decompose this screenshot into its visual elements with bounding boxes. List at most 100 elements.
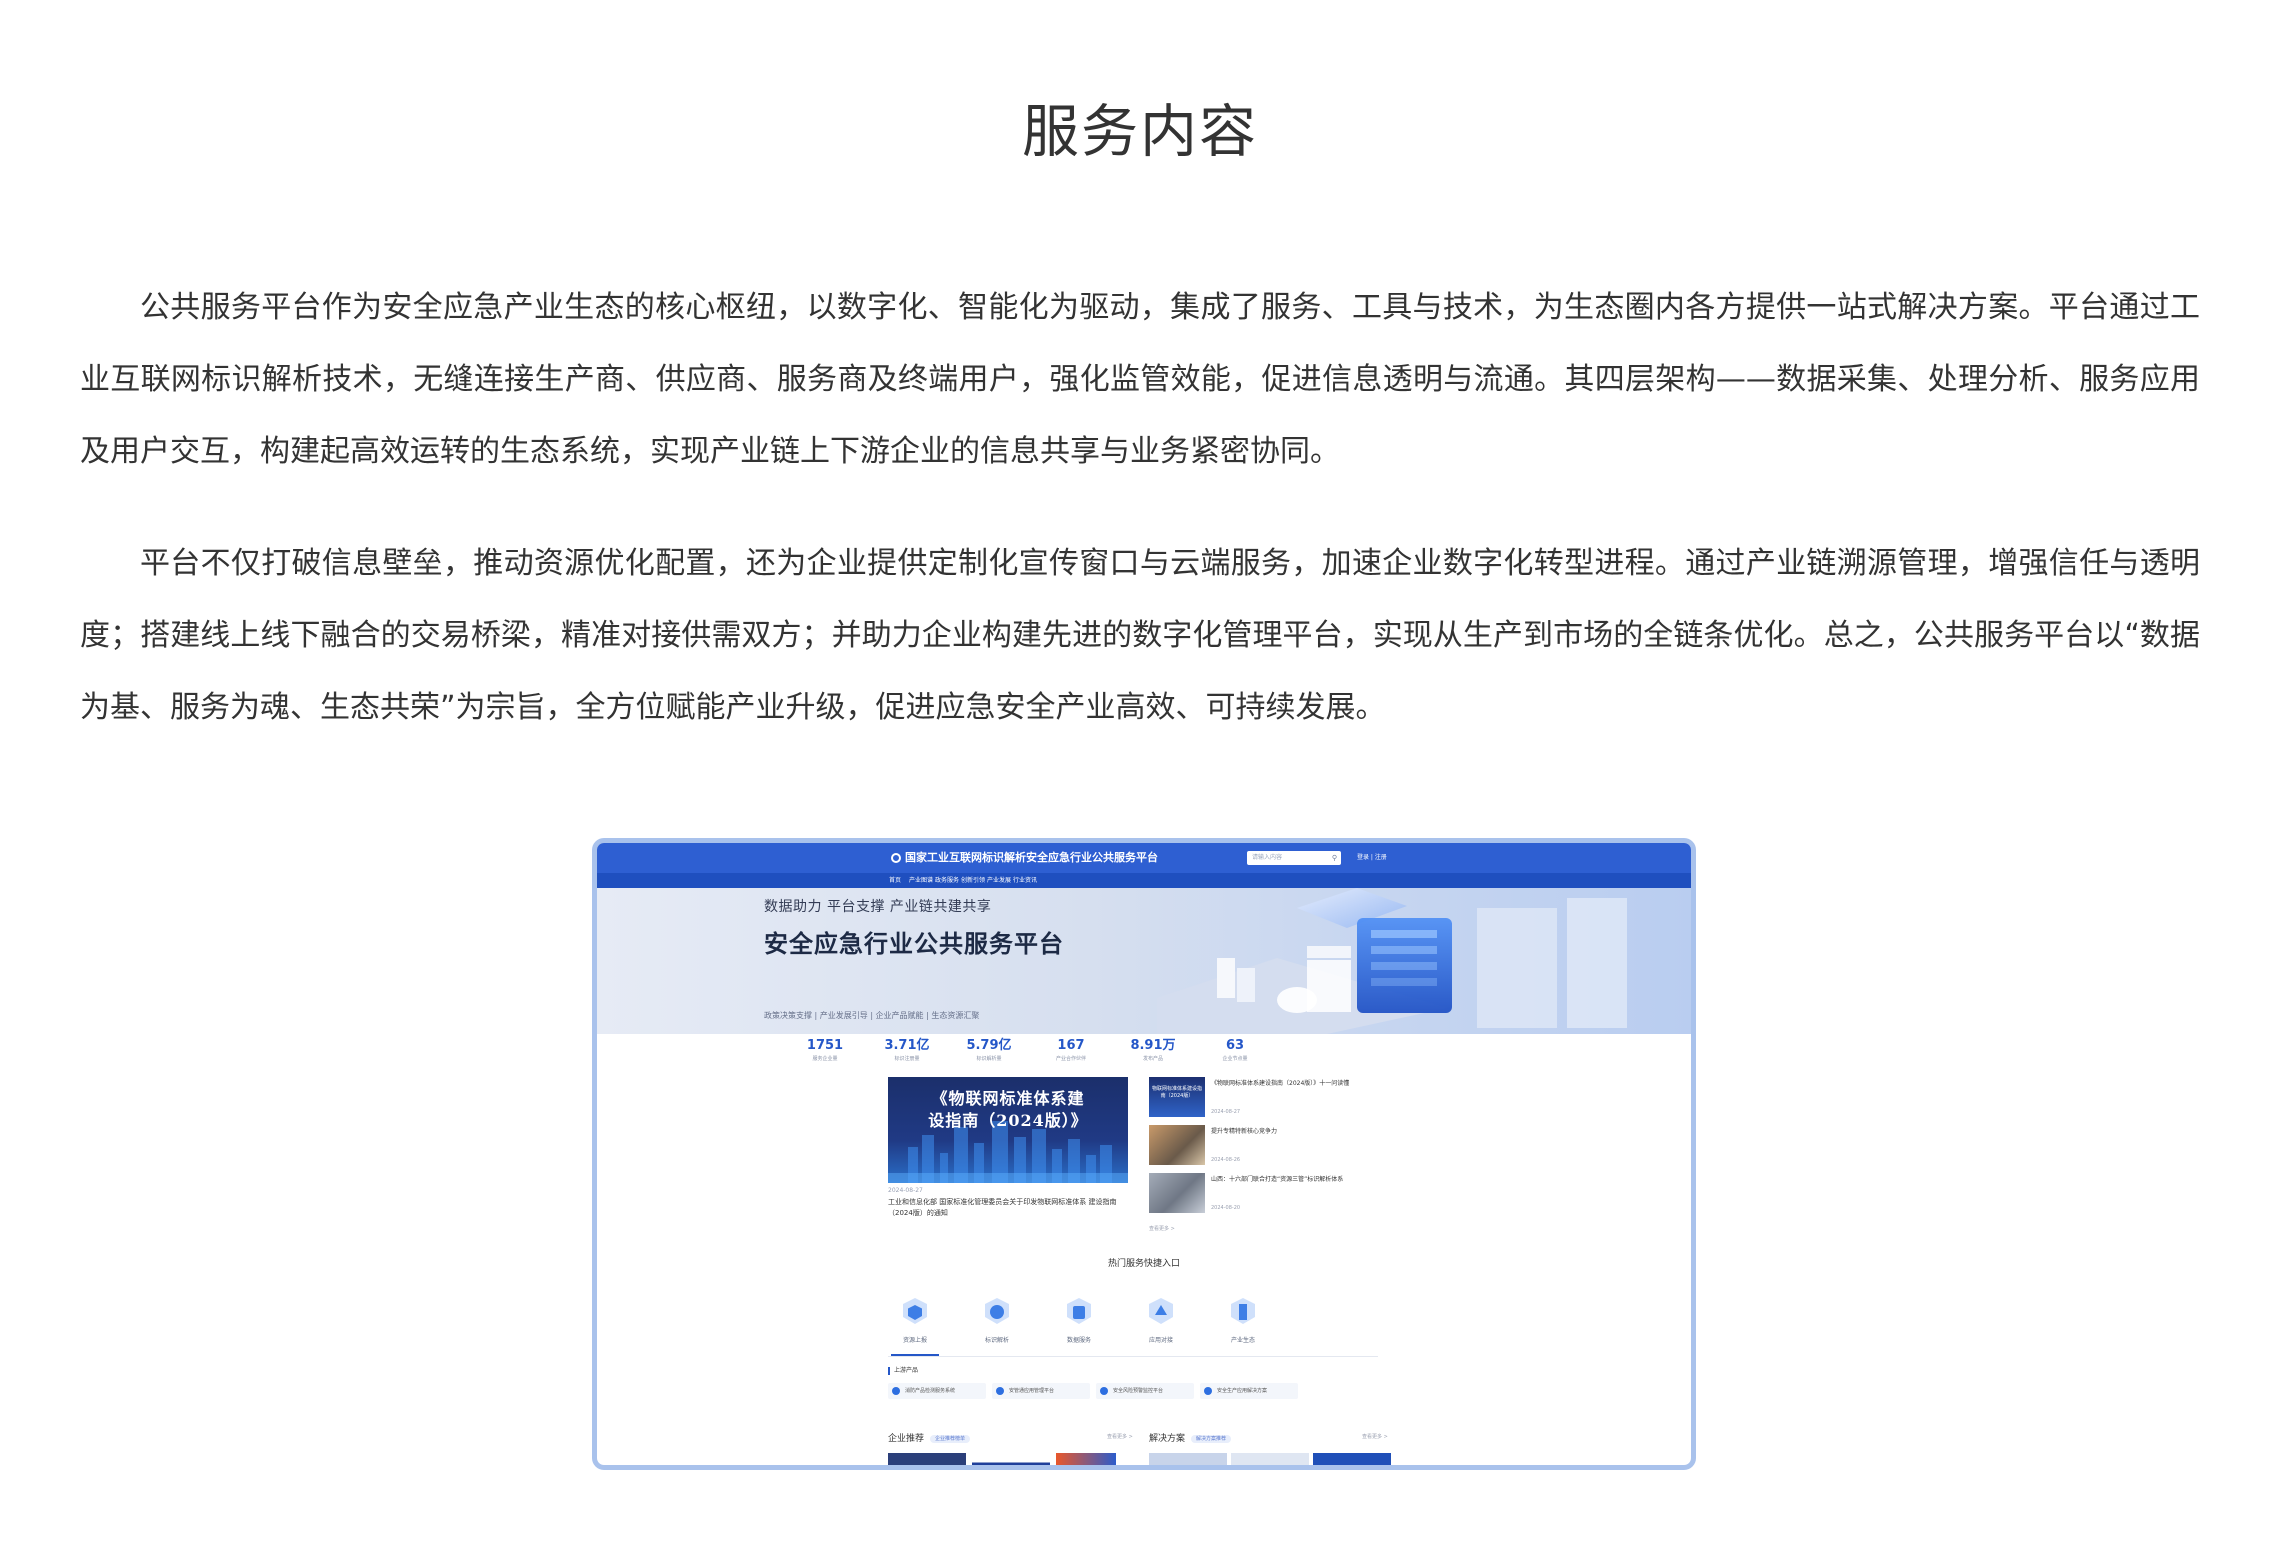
link-icon xyxy=(1145,1295,1177,1327)
solution-card-thumbnail[interactable] xyxy=(1231,1453,1309,1465)
stat-value: 8.91万 xyxy=(1130,1038,1176,1053)
featured-news-date: 2024-08-27 xyxy=(888,1187,923,1194)
nav-item-industry-map[interactable]: 产业图谱 xyxy=(909,873,933,888)
intro-paragraph-2: 平台不仅打破信息壁垒，推动资源优化配置，还为企业提供定制化宣传窗口与云端服务，加… xyxy=(80,546,2200,725)
thumbnail-caption: 物联网标准体系建设指南（2024版） xyxy=(1152,1086,1203,1099)
news-title: 提升专精特新核心竞争力 xyxy=(1211,1128,1278,1135)
upstream-chip[interactable]: 消防产品检测服务系统 xyxy=(888,1383,986,1399)
featured-news-desc[interactable]: 工业和信息化部 国家标准化管理委员会关于印发物联网标准体系 建设指南（2024版… xyxy=(888,1197,1128,1219)
nav-item-news[interactable]: 行业资讯 xyxy=(1013,873,1037,888)
nav-item-innovation[interactable]: 创新引领 xyxy=(961,873,985,888)
search-input[interactable]: 请输入内容 ⚲ xyxy=(1247,851,1341,865)
stat-id-registrations: 3.71亿标识注册量 xyxy=(872,1038,942,1064)
bullet-icon xyxy=(996,1387,1004,1395)
news-date: 2024-08-26 xyxy=(1211,1157,1241,1163)
service-id-resolution[interactable]: 标识解析 xyxy=(967,1295,1027,1344)
section-heading-text: 解决方案 xyxy=(1149,1434,1186,1444)
stat-nodes: 63 企业节点量 xyxy=(1200,1038,1270,1064)
section-heading-text: 企业推荐 xyxy=(888,1434,925,1444)
chip-label: 安全生产应用解决方案 xyxy=(1217,1388,1268,1394)
featured-news[interactable]: 《物联网标准体系建 设指南（2024版）》 2024-08-27 工业和信息化部… xyxy=(888,1077,1128,1219)
enterprise-card-thumbnail[interactable] xyxy=(972,1453,1050,1465)
stat-label: 标识解析量 xyxy=(976,1056,1002,1062)
cube-icon xyxy=(899,1295,931,1327)
news-item[interactable]: 提升专精特新核心竞争力 2024-08-26 xyxy=(1149,1125,1369,1173)
stat-products: 8.91万发布产品 xyxy=(1118,1038,1188,1064)
news-thumbnail: 物联网标准体系建设指南（2024版） xyxy=(1149,1077,1205,1117)
section-pill[interactable]: 企业推荐榜单 xyxy=(930,1435,971,1443)
news-item[interactable]: 山西：十六部门联合打造“资源三管”标识解析体系 2024-08-20 xyxy=(1149,1173,1369,1221)
cover-line-2: 设指南（2024版）》 xyxy=(928,1111,1088,1130)
stat-partners: 167 产业合作伙伴 xyxy=(1036,1038,1106,1064)
news-title: 山西：十六部门联合打造“资源三管”标识解析体系 xyxy=(1211,1176,1344,1183)
stat-value: 5.79亿 xyxy=(966,1038,1012,1053)
news-thumbnail xyxy=(1149,1173,1205,1213)
logo-icon xyxy=(891,853,901,863)
news-item[interactable]: 物联网标准体系建设指南（2024版） 《物联网标准体系建设指南（2024版）》十… xyxy=(1149,1077,1369,1125)
stat-value: 1751 xyxy=(806,1038,844,1053)
service-label: 资源上报 xyxy=(902,1337,927,1344)
cover-line-1: 《物联网标准体系建 xyxy=(931,1089,1085,1108)
login-links[interactable]: 登录 | 注册 xyxy=(1357,851,1387,865)
hero-3d-illustration xyxy=(1157,888,1627,1034)
hero-banner: 数据助力 平台支撑 产业链共建共享 安全应急行业公共服务平台 政策决策支撑 | … xyxy=(597,888,1691,1034)
intro-text: 公共服务平台作为安全应急产业生态的核心枢纽，以数字化、智能化为驱动，集成了服务、… xyxy=(80,272,2200,784)
nav-item-development[interactable]: 产业发展 xyxy=(987,873,1011,888)
bullet-icon xyxy=(1100,1387,1108,1395)
site-header: 国家工业互联网标识解析安全应急行业公共服务平台 请输入内容 ⚲ 登录 | 注册 xyxy=(597,843,1691,873)
upstream-chip[interactable]: 安全生产应用解决方案 xyxy=(1200,1383,1298,1399)
stat-value: 167 xyxy=(1057,1038,1085,1053)
news-list: 物联网标准体系建设指南（2024版） 《物联网标准体系建设指南（2024版）》十… xyxy=(1149,1077,1369,1221)
active-service-indicator xyxy=(891,1354,939,1356)
service-ecosystem[interactable]: 产业生态 xyxy=(1213,1295,1273,1344)
news-more-link[interactable]: 查看更多 > xyxy=(1149,1225,1175,1232)
service-data[interactable]: 数据服务 xyxy=(1049,1295,1109,1344)
stat-label: 发布产品 xyxy=(1142,1056,1163,1062)
enterprise-more-link[interactable]: 查看更多 > xyxy=(1107,1433,1133,1440)
hero-subtitle: 数据助力 平台支撑 产业链共建共享 xyxy=(764,899,992,915)
enterprise-recommend-heading: 企业推荐 企业推荐榜单 xyxy=(888,1431,971,1444)
service-label: 应用对接 xyxy=(1148,1337,1173,1344)
search-placeholder: 请输入内容 xyxy=(1252,854,1283,861)
services-divider xyxy=(888,1356,1378,1357)
upstream-chip[interactable]: 安全风险预警监控平台 xyxy=(1096,1383,1194,1399)
solution-card-thumbnail[interactable] xyxy=(1149,1453,1227,1465)
main-nav: 首页 产业图谱 政务服务 创新引领 产业发展 行业资讯 xyxy=(597,873,1691,888)
service-resource-report[interactable]: 资源上报 xyxy=(885,1295,945,1344)
stat-label: 标识注册量 xyxy=(894,1056,920,1062)
services-title: 热门服务快捷入口 xyxy=(1107,1259,1180,1269)
news-title: 《物联网标准体系建设指南（2024版）》十一问读懂 xyxy=(1211,1080,1350,1087)
stat-service-enterprises: 1751 服务企业量 xyxy=(790,1038,860,1064)
platform-screenshot: 国家工业互联网标识解析安全应急行业公共服务平台 请输入内容 ⚲ 登录 | 注册 首… xyxy=(592,838,1696,1470)
intro-paragraph-1: 公共服务平台作为安全应急产业生态的核心枢纽，以数字化、智能化为驱动，集成了服务、… xyxy=(80,290,2200,469)
bullet-icon xyxy=(892,1387,900,1395)
stat-label: 产业合作伙伴 xyxy=(1055,1056,1086,1062)
stats-bar: 1751 服务企业量 3.71亿标识注册量 5.79亿标识解析量 167 产业合作伙… xyxy=(597,1034,1691,1072)
nav-item-home[interactable]: 首页 xyxy=(889,873,901,888)
stat-label: 企业节点量 xyxy=(1222,1056,1248,1062)
cube-icon xyxy=(981,1295,1013,1327)
stat-value: 63 xyxy=(1225,1038,1245,1053)
hero-tags: 政策决策支撑 | 产业发展引导 | 企业产品赋能 | 生态资源汇聚 xyxy=(764,1011,980,1020)
service-app-integration[interactable]: 应用对接 xyxy=(1131,1295,1191,1344)
service-label: 数据服务 xyxy=(1066,1337,1091,1344)
solutions-more-link[interactable]: 查看更多 > xyxy=(1362,1433,1388,1440)
nav-item-gov-service[interactable]: 政务服务 xyxy=(935,873,959,888)
solutions-heading: 解决方案 解决方案推荐 xyxy=(1149,1431,1232,1444)
service-label: 标识解析 xyxy=(984,1337,1009,1344)
upstream-chip[interactable]: 安管通应用管理平台 xyxy=(992,1383,1090,1399)
hero-title: 安全应急行业公共服务平台 xyxy=(764,930,1064,958)
section-pill[interactable]: 解决方案推荐 xyxy=(1191,1435,1232,1443)
enterprise-card-thumbnail[interactable] xyxy=(888,1453,966,1465)
enterprise-card-thumbnail[interactable] xyxy=(1056,1453,1116,1465)
solution-card-thumbnail[interactable] xyxy=(1313,1453,1391,1465)
upstream-heading: 上游产品 xyxy=(888,1367,918,1375)
stat-value: 3.71亿 xyxy=(884,1038,930,1053)
featured-news-cover[interactable]: 《物联网标准体系建 设指南（2024版）》 xyxy=(888,1077,1128,1183)
site-title: 国家工业互联网标识解析安全应急行业公共服务平台 xyxy=(905,851,1158,864)
section-title: 服务内容 xyxy=(1022,99,1258,165)
site-brand[interactable]: 国家工业互联网标识解析安全应急行业公共服务平台 xyxy=(891,846,1158,870)
building-icon xyxy=(1227,1295,1259,1327)
chip-label: 安全风险预警监控平台 xyxy=(1113,1388,1164,1394)
search-icon[interactable]: ⚲ xyxy=(1332,851,1337,865)
